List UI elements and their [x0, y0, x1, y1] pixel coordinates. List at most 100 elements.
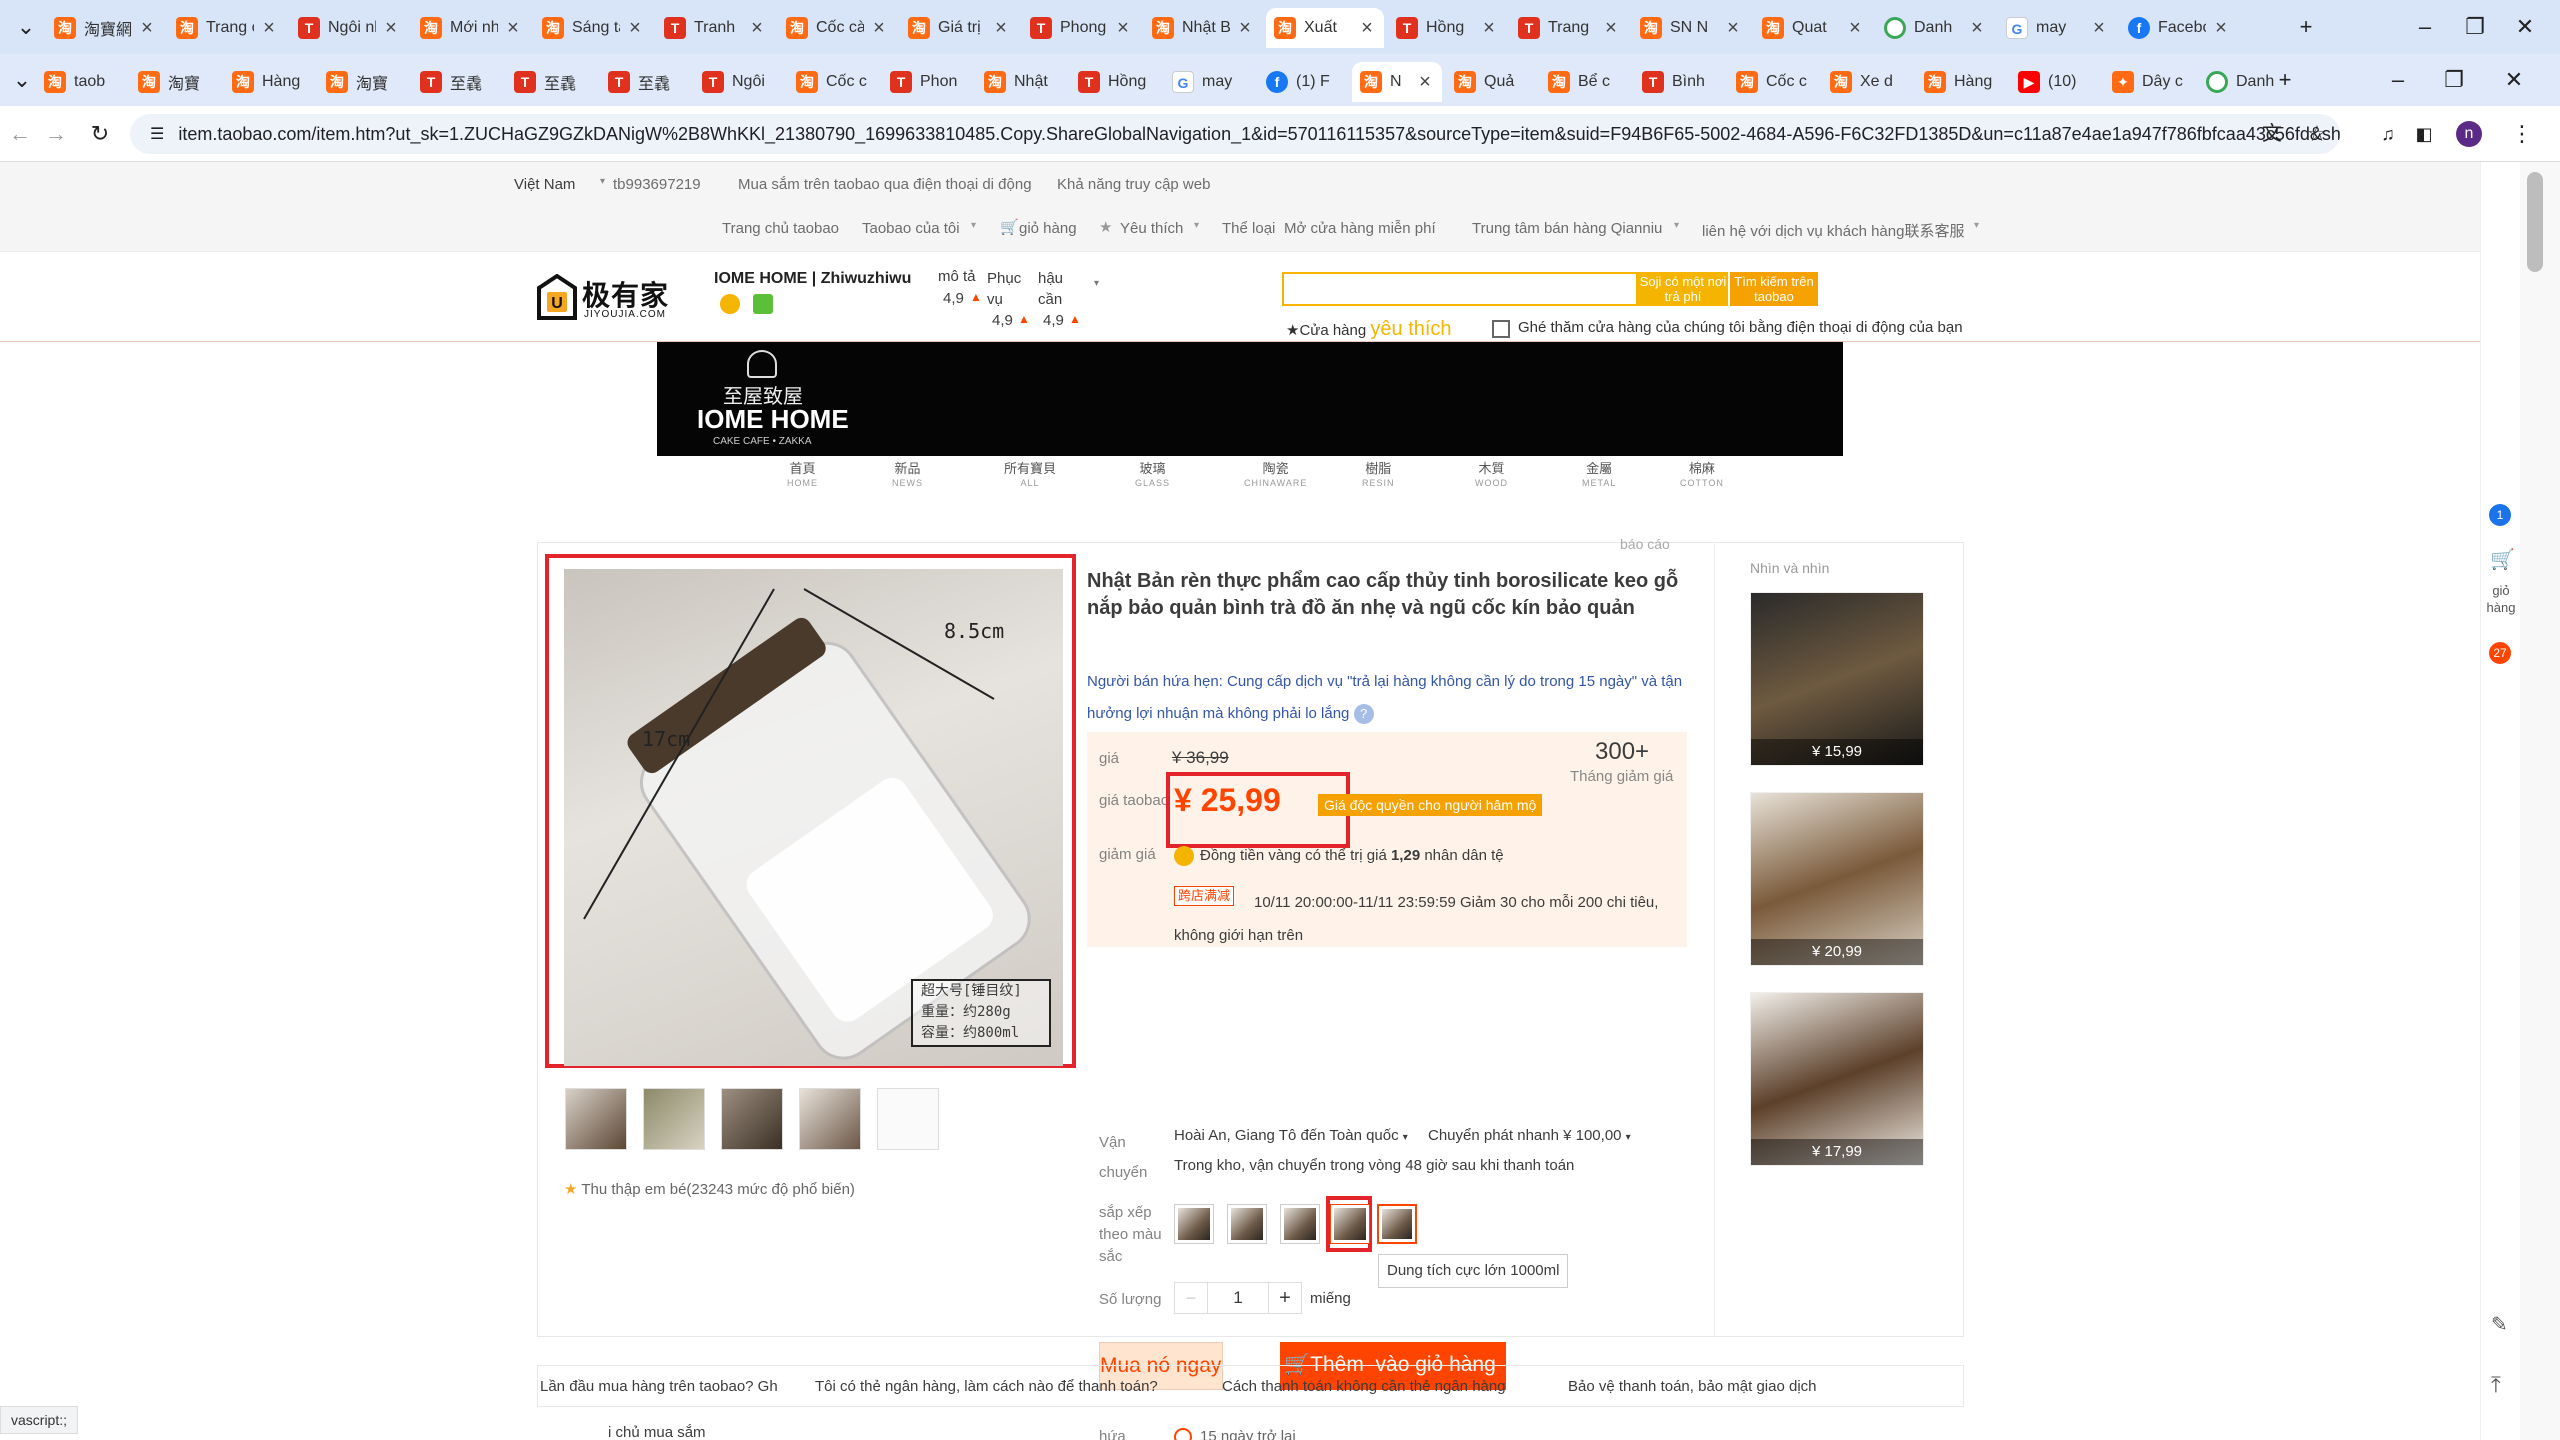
thumbnail[interactable] — [721, 1088, 783, 1150]
browser-tab[interactable]: 淘 Hàng — [224, 62, 314, 102]
shop-nav-item[interactable]: 玻璃 GLASS — [1135, 462, 1170, 490]
fav-store-link[interactable]: ★Cửa hàng yêu thích — [1286, 318, 1452, 341]
browser-tab[interactable]: T Bình — [1634, 62, 1724, 102]
back-icon[interactable]: ← — [0, 114, 40, 154]
accessibility-link[interactable]: Khả năng truy cập web — [1057, 176, 1210, 193]
browser-tab[interactable]: 淘淘寶 — [318, 62, 408, 102]
thumbnail[interactable] — [643, 1088, 705, 1150]
new-tab-icon[interactable]: + — [2265, 60, 2305, 100]
cart-link[interactable]: giỏ hàng — [1019, 220, 1077, 237]
collect-link[interactable]: ★ Thu thập em bé(23243 mức độ phổ biến) — [564, 1180, 855, 1198]
browser-tab[interactable]: 淘 Xe d — [1822, 62, 1912, 102]
scrollbar-thumb[interactable] — [2527, 172, 2543, 272]
browser-tab[interactable]: T 至毳 — [506, 62, 596, 102]
browser-tab[interactable]: 淘 Cốc c — [1728, 62, 1818, 102]
browser-tab[interactable]: 淘 Bể c — [1540, 62, 1630, 102]
close-icon[interactable]: × — [1968, 17, 1986, 40]
new-tab-icon[interactable]: + — [2286, 7, 2326, 47]
shop-nav-item[interactable]: 所有寶貝 ALL — [1004, 462, 1056, 490]
search-all-button[interactable]: Soji có một nơi trả phí — [1638, 272, 1728, 306]
browser-tab[interactable]: 淘 Trang chủ × — [168, 8, 286, 48]
sidepanel-icon[interactable]: ◧ — [2404, 114, 2444, 154]
edit-icon[interactable]: ✎ — [2491, 1312, 2508, 1337]
site-info-icon[interactable]: ☰ — [150, 124, 164, 144]
close-icon[interactable]: × — [1480, 17, 1498, 40]
qty-input[interactable]: 1 — [1208, 1282, 1268, 1314]
close-icon[interactable]: × — [1846, 17, 1864, 40]
reload-icon[interactable]: ↻ — [80, 114, 120, 154]
browser-tab[interactable]: 淘 Quat × — [1754, 8, 1872, 48]
related-product[interactable]: ¥ 15,99 — [1750, 592, 1924, 766]
browser-tab[interactable]: T Tranh × — [656, 8, 774, 48]
help-link[interactable]: Cách thanh toán không cần thẻ ngân hàng — [1222, 1378, 1506, 1395]
thumbnail[interactable] — [565, 1088, 627, 1150]
mobile-visit-text[interactable]: Ghé thăm cửa hàng của chúng tôi bằng điệ… — [1518, 319, 1963, 336]
my-taobao-link[interactable]: Taobao của tôi — [862, 220, 960, 237]
browser-tab[interactable]: 淘 Nhật Bản × — [1144, 8, 1262, 48]
tab-search-icon[interactable]: ⌄ — [6, 7, 46, 47]
category-link[interactable]: Thể loại — [1222, 220, 1275, 237]
help-link[interactable]: Bảo vệ thanh toán, bảo mật giao dịch — [1568, 1378, 1817, 1395]
color-swatch-selected[interactable] — [1330, 1204, 1370, 1244]
browser-tab[interactable]: T 至毳 — [600, 62, 690, 102]
qty-decrement-button[interactable]: − — [1174, 1282, 1208, 1314]
shop-nav-item[interactable]: 樹脂 RESIN — [1362, 462, 1395, 490]
close-icon[interactable]: × — [382, 17, 400, 40]
close-icon[interactable]: × — [1724, 17, 1742, 40]
close-icon[interactable]: × — [2212, 17, 2230, 40]
shop-nav-item[interactable]: 陶瓷 CHINAWARE — [1244, 462, 1307, 490]
menu-icon[interactable]: ⋮ — [2502, 114, 2542, 154]
browser-tab[interactable]: Gmay × — [1998, 8, 2116, 48]
qty-increment-button[interactable]: + — [1268, 1282, 1302, 1314]
scrollbar-track[interactable] — [2520, 162, 2560, 1440]
close-icon[interactable]: × — [626, 17, 644, 40]
browser-tab[interactable]: 淘 Cốc cà phê × — [778, 8, 896, 48]
browser-tab[interactable]: Danh × — [1876, 8, 1994, 48]
tab-search-icon[interactable]: ⌄ — [2, 60, 42, 100]
home-link[interactable]: Trang chủ taobao — [722, 220, 839, 237]
shipping-route[interactable]: Hoài An, Giang Tô đến Toàn quốc ▾ — [1174, 1127, 1408, 1144]
media-icon[interactable]: ♫ — [2368, 114, 2408, 154]
help-icon[interactable]: ? — [1353, 704, 1374, 724]
shop-nav-item[interactable]: 首頁 HOME — [787, 462, 818, 490]
browser-tab[interactable]: 淘 Nhật — [976, 62, 1066, 102]
close-window-icon[interactable]: ✕ — [2505, 7, 2545, 47]
browser-tab[interactable]: T Ngôi nhà × — [290, 8, 408, 48]
browser-tab[interactable]: 淘 N × — [1352, 62, 1442, 102]
close-icon[interactable]: × — [504, 17, 522, 40]
browser-tab[interactable]: 淘 taob — [36, 62, 126, 102]
favorites-link[interactable]: Yêu thích — [1120, 220, 1183, 237]
browser-tab[interactable]: T Phon — [882, 62, 972, 102]
side-cart-label[interactable]: giỏ hàng — [2483, 582, 2519, 616]
browser-tab[interactable]: 淘 SN N × — [1632, 8, 1750, 48]
related-product[interactable]: ¥ 17,99 — [1750, 992, 1924, 1166]
close-icon[interactable]: × — [138, 17, 156, 40]
browser-tab[interactable]: ▶ (10) — [2010, 62, 2100, 102]
forward-icon[interactable]: → — [36, 114, 76, 154]
shop-name[interactable]: IOME HOME | Zhiwuzhiwu — [714, 270, 911, 288]
shop-nav-item[interactable]: 新品 NEWS — [892, 462, 923, 490]
open-shop-link[interactable]: Mở cửa hàng miễn phí — [1284, 220, 1436, 237]
url-field[interactable]: ☰ item.taobao.com/item.htm?ut_sk=1.ZUCHa… — [130, 114, 2340, 154]
restore-icon[interactable]: ❐ — [2455, 7, 2495, 47]
close-icon[interactable]: × — [748, 17, 766, 40]
return-policy[interactable]: 15 ngày trở lại — [1200, 1428, 1296, 1440]
close-icon[interactable]: × — [1416, 71, 1434, 94]
close-icon[interactable]: × — [1602, 17, 1620, 40]
help-link[interactable]: Tôi có thẻ ngân hàng, làm cách nào để th… — [815, 1378, 1158, 1395]
color-swatch[interactable] — [1227, 1204, 1267, 1244]
shop-search-input[interactable] — [1282, 272, 1638, 306]
contact-link[interactable]: liên hệ với dịch vụ khách hàng联系客服 — [1702, 220, 1964, 241]
browser-tab[interactable]: T Phong cách × — [1022, 8, 1140, 48]
close-icon[interactable]: × — [1358, 17, 1376, 40]
minimize-icon[interactable]: – — [2405, 7, 2445, 47]
browser-tab[interactable]: 淘淘寶網 × — [46, 8, 164, 48]
browser-tab[interactable]: f (1) F — [1258, 62, 1348, 102]
color-swatch[interactable] — [1174, 1204, 1214, 1244]
browser-tab[interactable]: 淘淘寶 — [130, 62, 220, 102]
browser-tab[interactable]: 淘 Quả — [1446, 62, 1536, 102]
browser-tab[interactable]: T Hồng × — [1388, 8, 1506, 48]
shop-nav-item[interactable]: 棉麻 COTTON — [1680, 462, 1724, 490]
browser-tab[interactable]: 淘 Sáng tạo × — [534, 8, 652, 48]
minimize-icon[interactable]: – — [2378, 60, 2418, 100]
